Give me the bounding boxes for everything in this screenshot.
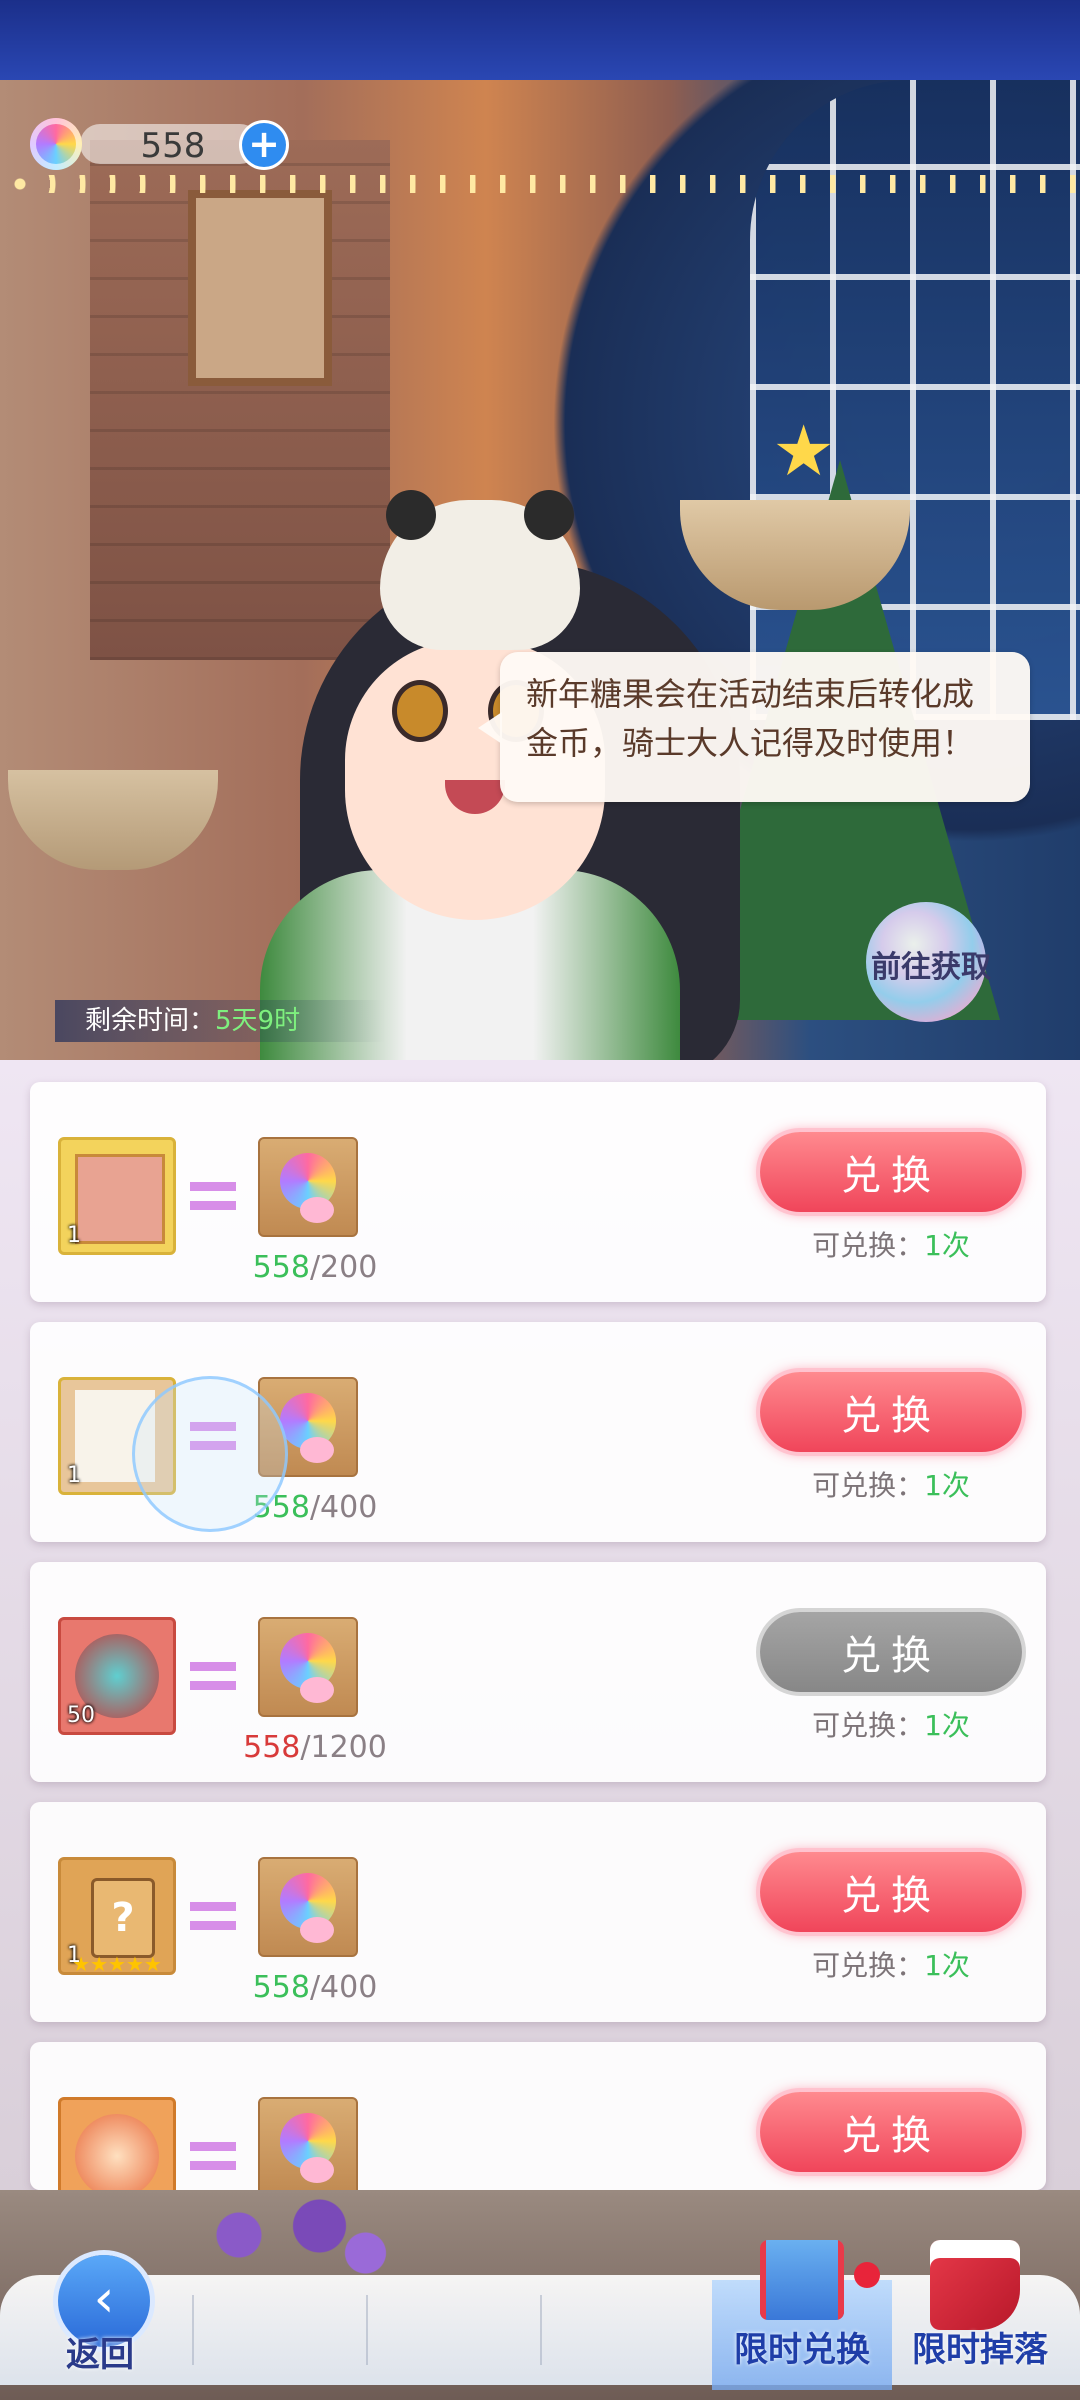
exchange-button[interactable]: 兑换 [760,1852,1022,1932]
limit-value: 1次 [924,1709,970,1742]
flower-icon [300,1437,334,1463]
gift-icon [760,2240,844,2320]
back-button[interactable]: ‹ 返回 [20,2255,180,2395]
exchange-button[interactable]: 兑换 [760,1372,1022,1452]
question-mark-icon: ? [91,1878,155,1958]
avatar-frame-icon[interactable]: 1 [58,1137,176,1255]
speech-bubble: 新年糖果会在活动结束后转化成金币，骑士大人记得及时使用！ [478,652,1030,802]
exchange-limit: 可兑换：1次 [760,1224,1022,1264]
go-obtain-button[interactable]: 前往获取 [856,902,1006,1022]
exchange-limit: 可兑换：1次 [760,1704,1022,1744]
flower-icon [300,1677,334,1703]
exchange-button[interactable]: 兑换 [760,1132,1022,1212]
limit-label: 可兑换： [812,1709,925,1742]
flower-icon [300,1917,334,1943]
cost-need: /1200 [300,1730,387,1765]
exchange-button-disabled[interactable]: 兑换 [760,1612,1022,1692]
cost-need: /400 [309,1490,378,1525]
go-obtain-label: 前往获取 [871,950,991,985]
exchange-item: 50 558/1200 兑换 可兑换：1次 [30,1562,1046,1782]
equals-icon [190,1662,236,1690]
exchange-item: 25 兑换 [30,2042,1046,2190]
exchange-item: 1 558/200 兑换 可兑换：1次 [30,1082,1046,1302]
tab-divider [192,2295,194,2365]
equals-icon [190,1902,236,1930]
candy-cost-icon[interactable] [258,2097,358,2190]
limit-label: 可兑换： [812,1949,925,1982]
candy-cost-icon[interactable] [258,1857,358,1957]
cost-have: 558 [243,1730,301,1765]
remaining-time: 剩余时间：5天9时 [55,1000,385,1042]
exchange-limit: 可兑换：1次 [760,1464,1022,1504]
cost-need: /400 [309,1970,378,2005]
tab-limited-drop-label: 限时掉落 [912,2330,1048,2370]
exchange-limit: 可兑换：1次 [760,1944,1022,1984]
five-star-icon: ★★★★★ [72,1952,162,1976]
item-count: 50 [67,1703,95,1728]
back-label: 返回 [66,2335,134,2375]
wall-picture [188,190,332,386]
tree-star-icon: ★ [772,410,835,492]
currency-amount: 558 [140,126,206,166]
cost-progress: 558/1200 [230,1730,400,1765]
character-shard-icon[interactable]: 50 [58,1617,176,1735]
mystery-card-icon[interactable]: ? 1 ★★★★★ [58,1857,176,1976]
character-eye [392,680,448,742]
item-count: 1 [67,1463,81,1488]
tab-limited-exchange[interactable]: 限时兑换 [712,2240,892,2390]
candy-icon [30,118,82,170]
character-shard-icon[interactable]: 25 [58,2097,176,2190]
bamboo-basket [8,770,218,870]
shard-inner [75,2114,159,2190]
cost-have: 558 [252,1250,310,1285]
limit-value: 1次 [924,1469,970,1502]
panda [380,490,580,650]
candy-cost-icon[interactable] [258,1137,358,1237]
candy-currency: 558 + [30,118,286,170]
cost-progress: 558/200 [230,1250,400,1285]
candy-cost-icon[interactable] [258,1617,358,1717]
limit-value: 1次 [924,1949,970,1982]
remaining-time-value: 5天9时 [215,1006,301,1036]
flower-icon [300,2157,334,2183]
stocking-icon [930,2240,1020,2330]
remaining-time-label: 剩余时间： [85,1006,216,1036]
exchange-button[interactable]: 兑换 [760,2092,1022,2172]
equals-icon [190,1182,236,1210]
tab-divider [540,2295,542,2365]
top-bar [0,0,1080,80]
tab-limited-drop[interactable]: 限时掉落 [890,2240,1070,2390]
limit-label: 可兑换： [812,1229,925,1262]
tab-divider [366,2295,368,2365]
flower-icon [300,1197,334,1223]
limit-value: 1次 [924,1229,970,1262]
add-currency-button[interactable]: + [242,123,286,167]
item-count: 1 [67,1223,81,1248]
cost-have: 558 [252,1970,310,2005]
cost-progress: 558/400 [230,1970,400,2005]
limit-label: 可兑换： [812,1469,925,1502]
cost-need: /200 [309,1250,378,1285]
notification-dot [854,2262,880,2288]
string-lights [0,175,1080,193]
exchange-item: ? 1 ★★★★★ 558/400 兑换 可兑换：1次 [30,1802,1046,2022]
touch-ripple [132,1376,288,1532]
frame-inner [75,1154,165,1244]
equals-icon [190,2142,236,2170]
tab-limited-exchange-label: 限时兑换 [734,2330,870,2370]
flower-vase [170,2190,400,2280]
